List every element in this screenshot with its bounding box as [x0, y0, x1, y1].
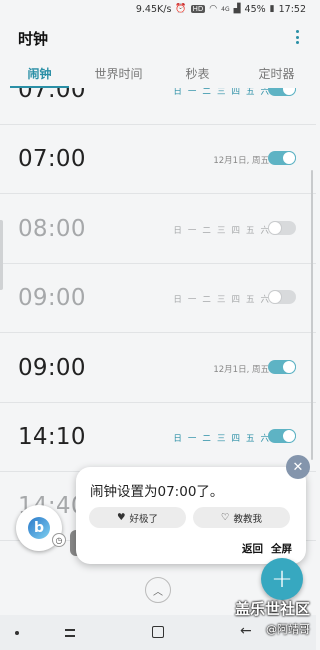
alarm-toggle[interactable] [268, 221, 296, 235]
alarm-row[interactable]: 14:10 日一二三四五六 [0, 402, 316, 472]
network-type: 4G [221, 5, 230, 13]
alarm-row[interactable]: 08:00 日一二三四五六 [0, 194, 316, 264]
feedback-good-label: 好极了 [129, 513, 159, 525]
alarm-status-icon: ⏰ [175, 4, 187, 14]
recent-apps-icon[interactable] [62, 627, 78, 638]
status-time: 17:52 [278, 3, 306, 15]
toggle-knob [268, 290, 282, 304]
alarm-toggle[interactable] [268, 151, 296, 165]
assistant-message: 闹钟设置为07:00了。 [90, 484, 224, 500]
back-button[interactable]: 返回 [242, 541, 263, 556]
day-label: 三 [216, 88, 226, 97]
alarm-repeat-days: 日一二三四五六 [167, 224, 269, 236]
alarm-time: 08:00 [18, 216, 86, 242]
page-title: 时钟 [18, 30, 49, 48]
wifi-icon: ◠ [209, 4, 218, 14]
tab-timer[interactable]: 定时器 [237, 58, 316, 88]
alarm-repeat-days: 日一二三四五六 [167, 88, 269, 97]
nav-dot-icon[interactable] [15, 631, 19, 635]
alarm-time: 07:00 [18, 146, 86, 172]
close-icon[interactable]: ✕ [286, 455, 310, 479]
more-options-icon[interactable] [292, 28, 302, 46]
back-icon[interactable]: ← [240, 623, 252, 639]
fullscreen-button[interactable]: 全屏 [271, 541, 292, 556]
edge-panel-handle[interactable] [0, 220, 3, 290]
day-label: 日 [173, 226, 182, 236]
assistant-card: 闹钟设置为07:00了。 ♥ 好极了 ♡ 教教我 返回 全屏 [76, 467, 306, 564]
home-icon[interactable] [152, 626, 164, 638]
toggle-knob [282, 429, 296, 443]
day-label: 日 [173, 434, 182, 444]
day-label: 五 [245, 295, 255, 305]
network-speed: 9.45K/s [135, 3, 172, 15]
bixby-clock-icon: ◷ [52, 533, 66, 547]
toggle-knob [282, 360, 296, 374]
alarm-repeat-days: 日一二三四五六 [167, 293, 269, 305]
watermark-user: @阿靖哥 [266, 623, 310, 636]
alarm-toggle[interactable] [268, 88, 296, 96]
alarm-time: 14:10 [18, 424, 86, 450]
day-label: 二 [202, 88, 211, 97]
day-label: 四 [231, 226, 240, 236]
alarm-time: 09:00 [18, 355, 86, 381]
tab-stopwatch[interactable]: 秒表 [158, 58, 237, 88]
day-label: 三 [216, 295, 226, 305]
day-label: 三 [216, 226, 226, 236]
alarm-toggle[interactable] [268, 360, 296, 374]
battery-icon: ▮ [269, 4, 275, 14]
heart-filled-icon: ♥ [116, 512, 126, 523]
alarm-date: 12月1日, 周五 [213, 365, 269, 375]
scrollbar[interactable] [311, 170, 313, 460]
watermark-title: 盖乐世社区 [234, 600, 310, 618]
day-label: 四 [231, 295, 240, 305]
day-label: 三 [216, 434, 226, 444]
alarm-row[interactable]: 07:00 12月1日, 周五 [0, 124, 316, 194]
heart-outline-icon: ♡ [220, 512, 230, 523]
alarm-toggle[interactable] [268, 429, 296, 443]
day-label: 一 [187, 226, 197, 236]
day-label: 二 [202, 226, 211, 236]
app-header: 时钟 [0, 18, 316, 58]
battery-percent: 45% [244, 3, 266, 15]
day-label: 五 [245, 88, 255, 97]
chevron-up-icon[interactable]: ︿ [145, 577, 171, 603]
hd-badge: HD [190, 5, 206, 13]
alarm-row[interactable]: 09:00 日一二三四五六 [0, 263, 316, 333]
toggle-knob [282, 151, 296, 165]
feedback-teach-button[interactable]: ♡ 教教我 [193, 507, 290, 528]
day-label: 一 [187, 295, 197, 305]
day-label: 一 [187, 88, 197, 97]
add-alarm-button[interactable]: + [261, 558, 303, 600]
day-label: 一 [187, 434, 197, 444]
day-label: 二 [202, 295, 211, 305]
alarm-time: 07:00 [18, 88, 86, 103]
toggle-knob [282, 88, 296, 96]
alarm-repeat-days: 日一二三四五六 [167, 432, 269, 444]
alarm-row[interactable]: 09:00 12月1日, 周五 [0, 333, 316, 403]
day-label: 日 [173, 88, 182, 97]
alarm-date: 12月1日, 周五 [213, 156, 269, 166]
alarm-time: 09:00 [18, 285, 86, 311]
day-label: 五 [245, 434, 255, 444]
day-label: 五 [245, 226, 255, 236]
feedback-good-button[interactable]: ♥ 好极了 [89, 507, 186, 528]
tab-alarm[interactable]: 闹钟 [0, 58, 79, 88]
signal-icon: ▟ [233, 4, 241, 14]
day-label: 二 [202, 434, 211, 444]
tab-bar: 闹钟 世界时间 秒表 定时器 [0, 58, 316, 88]
feedback-teach-label: 教教我 [233, 513, 263, 525]
day-label: 四 [231, 434, 240, 444]
day-label: 四 [231, 88, 240, 97]
tab-world-clock[interactable]: 世界时间 [79, 58, 158, 88]
status-bar: 9.45K/s ⏰ HD ◠ 4G ▟ 45% ▮ 17:52 [0, 0, 316, 18]
toggle-knob [268, 221, 282, 235]
bixby-icon: b [28, 517, 50, 539]
alarm-toggle[interactable] [268, 290, 296, 304]
alarm-row[interactable]: 07:00 日一二三四五六 [0, 88, 316, 125]
day-label: 日 [173, 295, 182, 305]
